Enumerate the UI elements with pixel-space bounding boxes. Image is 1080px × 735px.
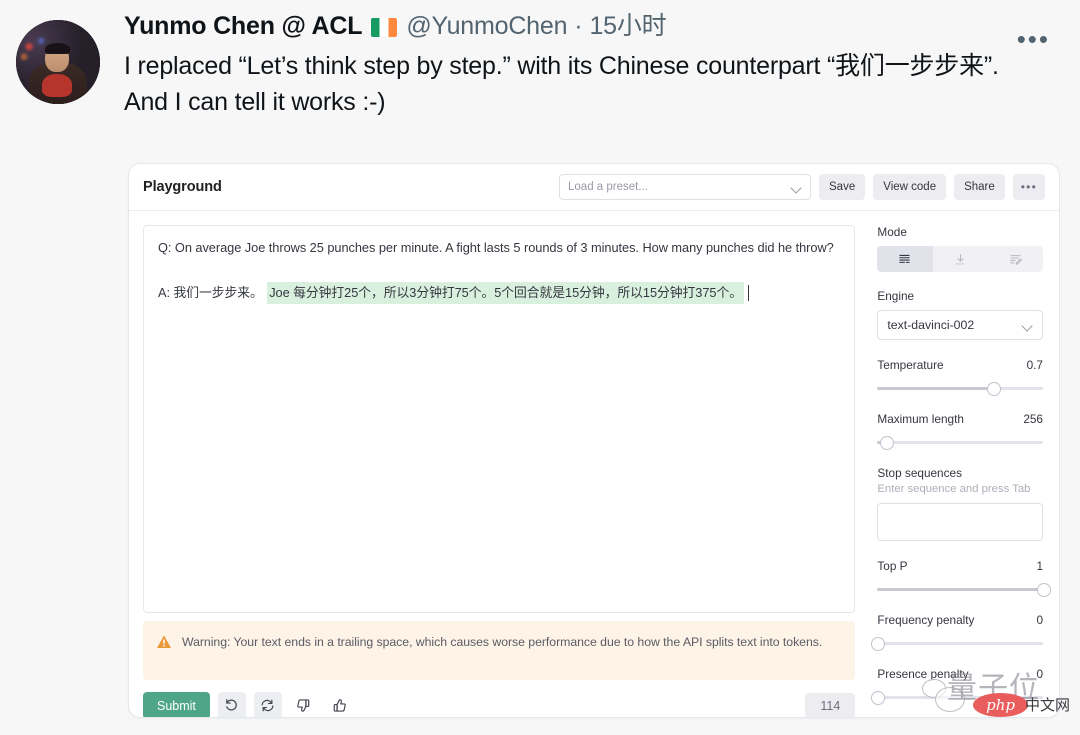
chevron-down-icon bbox=[791, 182, 802, 193]
more-options-icon[interactable]: ••• bbox=[1017, 26, 1050, 52]
ie-flag-icon bbox=[371, 18, 398, 37]
stop-sequences-label: Stop sequences bbox=[877, 466, 962, 480]
avatar-scarf bbox=[42, 73, 73, 98]
separator-dot: · bbox=[574, 12, 583, 40]
preset-placeholder: Load a preset... bbox=[568, 181, 648, 193]
editor-column: Q: On average Joe throws 25 punches per … bbox=[129, 211, 867, 717]
warning-triangle-icon bbox=[156, 634, 172, 650]
slider-thumb[interactable] bbox=[871, 637, 886, 651]
presence-penalty-label: Presence penalty bbox=[877, 667, 969, 681]
download-arrow-icon bbox=[954, 253, 967, 266]
settings-sidebar: Mode Engine text-davinci-002 Temperature… bbox=[867, 211, 1059, 717]
playground-header: Playground Load a preset... Save View co… bbox=[129, 164, 1059, 211]
insert-mode-button[interactable] bbox=[933, 246, 988, 272]
avatar-glasses bbox=[46, 52, 69, 58]
slider-thumb[interactable] bbox=[879, 436, 894, 450]
engine-select[interactable]: text-davinci-002 bbox=[877, 310, 1043, 340]
user-handle[interactable]: @YunmoChen bbox=[406, 14, 567, 39]
text-caret bbox=[747, 285, 750, 302]
max-length-label: Maximum length bbox=[877, 412, 964, 426]
edit-mode-button[interactable] bbox=[988, 246, 1043, 272]
presence-penalty-value: 0 bbox=[1036, 667, 1043, 681]
presence-penalty-row: Presence penalty 0 bbox=[877, 667, 1043, 681]
top-p-label: Top P bbox=[877, 559, 908, 573]
page-title: Playground bbox=[143, 179, 222, 195]
slider-track bbox=[877, 696, 1043, 699]
engine-label: Engine bbox=[877, 289, 915, 303]
avatar[interactable] bbox=[16, 20, 100, 104]
editor-footer: Submit 114 bbox=[143, 692, 856, 717]
thumbs-up-icon[interactable] bbox=[326, 692, 354, 717]
max-length-slider[interactable] bbox=[877, 435, 1043, 450]
save-button[interactable]: Save bbox=[819, 174, 866, 200]
top-p-value: 1 bbox=[1036, 559, 1043, 573]
trailing-space-warning: Warning: Your text ends in a trailing sp… bbox=[143, 620, 856, 680]
frequency-penalty-row: Frequency penalty 0 bbox=[877, 613, 1043, 627]
slider-track bbox=[877, 642, 1043, 645]
token-count: 114 bbox=[805, 693, 856, 717]
tweet-header: Yunmo Chen @ ACL @YunmoChen · 15小时 I rep… bbox=[0, 0, 1080, 120]
stop-sequences-hint: Enter sequence and press Tab bbox=[877, 483, 1031, 495]
lines-pencil-icon bbox=[1009, 253, 1022, 266]
complete-mode-button[interactable] bbox=[877, 246, 933, 272]
tweet-text: I replaced “Let’s think step by step.” w… bbox=[124, 52, 999, 116]
thumbs-down-icon[interactable] bbox=[290, 692, 318, 717]
frequency-penalty-slider[interactable] bbox=[871, 636, 1043, 651]
top-p-slider[interactable] bbox=[877, 582, 1051, 597]
prompt-textarea[interactable]: Q: On average Joe throws 25 punches per … bbox=[143, 225, 856, 613]
slider-fill bbox=[877, 387, 994, 390]
temperature-slider[interactable] bbox=[877, 381, 1043, 396]
playground-card: Playground Load a preset... Save View co… bbox=[128, 163, 1060, 718]
temperature-value: 0.7 bbox=[1026, 358, 1043, 372]
header-more-button[interactable]: ••• bbox=[1012, 174, 1045, 200]
share-button[interactable]: Share bbox=[954, 174, 1005, 200]
slider-fill bbox=[877, 588, 1043, 591]
tweet-identity-line: Yunmo Chen @ ACL @YunmoChen · 15小时 bbox=[124, 14, 1064, 39]
lines-icon bbox=[898, 253, 911, 266]
stop-sequences-input[interactable] bbox=[877, 503, 1043, 541]
slider-track bbox=[877, 441, 1043, 444]
regenerate-icon[interactable] bbox=[253, 692, 282, 717]
preset-select[interactable]: Load a preset... bbox=[559, 174, 812, 200]
top-p-row: Top P 1 bbox=[877, 559, 1043, 573]
max-length-row: Maximum length 256 bbox=[877, 412, 1043, 426]
view-code-button[interactable]: View code bbox=[873, 174, 947, 200]
completion-line: Joe 每分钟打25个，所以3分钟打75个。5个回合就是15分钟，所以15分钟打… bbox=[267, 281, 750, 305]
completion-text: Joe 每分钟打25个，所以3分钟打75个。5个回合就是15分钟，所以15分钟打… bbox=[267, 281, 744, 305]
frequency-penalty-value: 0 bbox=[1036, 613, 1043, 627]
temperature-row: Temperature 0.7 bbox=[877, 358, 1043, 372]
timestamp[interactable]: 15小时 bbox=[589, 14, 666, 39]
display-name[interactable]: Yunmo Chen @ ACL bbox=[124, 14, 363, 39]
temperature-label: Temperature bbox=[877, 358, 944, 372]
frequency-penalty-label: Frequency penalty bbox=[877, 613, 975, 627]
slider-thumb[interactable] bbox=[1037, 583, 1051, 597]
mode-label: Mode bbox=[877, 225, 907, 239]
undo-icon[interactable] bbox=[217, 692, 246, 717]
presence-penalty-slider[interactable] bbox=[871, 690, 1043, 705]
engine-value: text-davinci-002 bbox=[887, 318, 975, 332]
slider-thumb[interactable] bbox=[871, 691, 886, 705]
chevron-down-icon bbox=[1022, 320, 1033, 331]
slider-thumb[interactable] bbox=[987, 382, 1002, 396]
submit-button[interactable]: Submit bbox=[143, 692, 210, 717]
warning-text: Warning: Your text ends in a trailing sp… bbox=[182, 634, 823, 649]
mode-toggle-group bbox=[877, 246, 1043, 272]
max-length-value: 256 bbox=[1023, 412, 1043, 426]
